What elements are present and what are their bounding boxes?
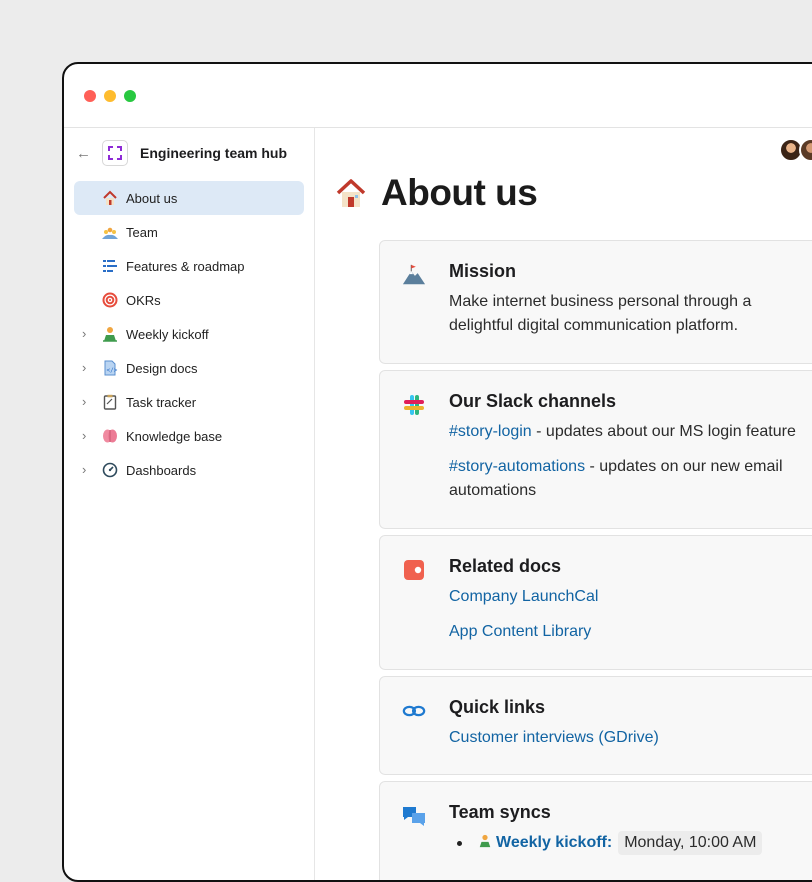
channel-description-cont: automations <box>449 482 537 499</box>
title-bar <box>64 64 812 128</box>
sidebar-item-knowledge-base[interactable]: › Knowledge base <box>74 419 304 453</box>
sidebar-item-label: Team <box>126 224 158 240</box>
brain-icon <box>102 428 118 444</box>
sidebar: ← Engineering team hub About us Team Fea… <box>64 128 315 880</box>
related-docs-card: Related docs Company LaunchCal App Conte… <box>379 535 812 670</box>
chevron-right-icon[interactable]: › <box>82 351 86 385</box>
close-window-button[interactable] <box>84 90 96 102</box>
sidebar-item-dashboards[interactable]: › Dashboards <box>74 453 304 487</box>
docs-app-icon <box>402 558 426 582</box>
slack-channels-card: Our Slack channels #story-login - update… <box>379 370 812 529</box>
link-icon <box>402 699 426 723</box>
channel-link[interactable]: #story-automations <box>449 458 585 475</box>
team-syncs-card: Team syncs Weekly kickoff: Monday, 10:00… <box>379 781 812 880</box>
page-title: About us <box>335 172 538 214</box>
house-icon <box>335 177 367 209</box>
sidebar-item-label: Features & roadmap <box>126 258 245 274</box>
channel-description: - updates on our new email <box>585 458 783 475</box>
sidebar-item-label: About us <box>126 190 178 206</box>
quick-links-card: Quick links Customer interviews (GDrive) <box>379 676 812 775</box>
hub-title: Engineering team hub <box>140 145 288 161</box>
list-item: Weekly kickoff: Monday, 10:00 AM <box>449 831 812 855</box>
sidebar-item-okrs[interactable]: OKRs <box>74 283 304 317</box>
back-arrow-icon[interactable]: ← <box>76 145 100 162</box>
doc-link[interactable]: App Content Library <box>449 620 812 644</box>
card-title: Mission <box>449 261 517 281</box>
chevron-right-icon[interactable]: › <box>82 317 86 351</box>
slack-icon <box>402 393 426 417</box>
sidebar-nav: About us Team Features & roadmap OKRs › … <box>74 181 304 487</box>
channel-description: - updates about our MS login feature <box>531 423 796 440</box>
sync-link[interactable]: Weekly kickoff: <box>496 834 612 852</box>
card-title: Our Slack channels <box>449 391 617 411</box>
card-title: Team syncs <box>449 802 551 822</box>
page-heading: About us <box>381 172 538 213</box>
quick-link[interactable]: Customer interviews (GDrive) <box>449 726 812 750</box>
sidebar-item-label: OKRs <box>126 292 161 308</box>
sidebar-item-team[interactable]: Team <box>74 215 304 249</box>
roadmap-icon <box>102 258 118 274</box>
gauge-icon <box>102 462 118 478</box>
sidebar-item-label: Design docs <box>126 360 198 376</box>
channel-row: #story-automations - updates on our new … <box>449 455 812 479</box>
sidebar-item-label: Task tracker <box>126 394 197 410</box>
channel-link[interactable]: #story-login <box>449 423 532 440</box>
maximize-window-button[interactable] <box>124 90 136 102</box>
kickoff-icon <box>102 326 118 342</box>
mission-text: Make internet business personal through … <box>449 293 752 334</box>
chevron-right-icon[interactable]: › <box>82 419 86 453</box>
main-content: About us Mission Make internet business … <box>315 128 812 880</box>
sidebar-item-label: Weekly kickoff <box>126 326 209 342</box>
mountain-icon <box>402 263 426 287</box>
house-icon <box>102 190 118 206</box>
card-title: Quick links <box>449 697 546 717</box>
chevron-right-icon[interactable]: › <box>82 453 86 487</box>
avatar[interactable] <box>799 138 812 162</box>
card-title: Related docs <box>449 556 562 576</box>
code-file-icon: </> <box>102 360 118 376</box>
kickoff-icon <box>478 834 492 853</box>
app-window: ← Engineering team hub About us Team Fea… <box>62 62 812 882</box>
hub-logo-icon <box>102 140 128 166</box>
sidebar-item-label: Dashboards <box>126 462 197 478</box>
sidebar-item-about-us[interactable]: About us <box>74 181 304 215</box>
svg-text:</>: </> <box>107 367 118 374</box>
clipboard-icon <box>102 394 118 410</box>
sidebar-item-weekly-kickoff[interactable]: › Weekly kickoff <box>74 317 304 351</box>
time-chip: Monday, 10:00 AM <box>618 831 763 855</box>
target-icon <box>102 292 118 308</box>
chat-bubbles-icon <box>402 804 426 828</box>
minimize-window-button[interactable] <box>104 90 116 102</box>
sidebar-item-features-roadmap[interactable]: Features & roadmap <box>74 249 304 283</box>
doc-link[interactable]: Company LaunchCal <box>449 585 812 609</box>
collaborator-avatars[interactable] <box>779 138 812 162</box>
team-icon <box>102 224 118 240</box>
sidebar-header: ← Engineering team hub <box>76 138 287 168</box>
chevron-right-icon[interactable]: › <box>82 385 86 419</box>
bullet-dot <box>457 840 462 846</box>
sidebar-item-task-tracker[interactable]: › Task tracker <box>74 385 304 419</box>
channel-row: #story-login - updates about our MS logi… <box>449 420 812 444</box>
mission-card: Mission Make internet business personal … <box>379 240 812 364</box>
sidebar-item-label: Knowledge base <box>126 428 223 444</box>
sidebar-item-design-docs[interactable]: › </> Design docs <box>74 351 304 385</box>
